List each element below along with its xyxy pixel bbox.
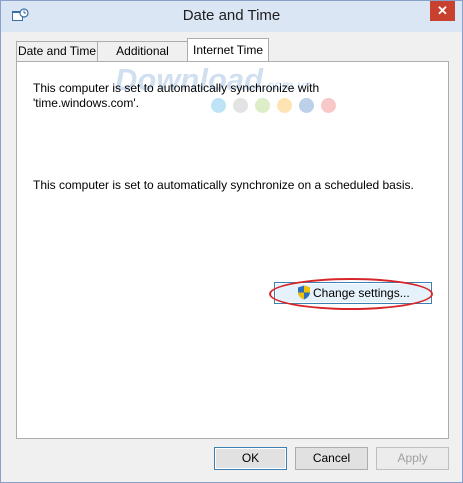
cancel-button[interactable]: Cancel <box>295 447 368 470</box>
watermark-dot <box>211 98 226 113</box>
watermark-dot <box>321 98 336 113</box>
internet-time-panel: Download.com.vn This computer is set to … <box>16 61 449 439</box>
tab-additional-clocks[interactable]: Additional Clocks <box>97 41 188 76</box>
tab-internet-time[interactable]: Internet Time <box>187 38 269 61</box>
close-button[interactable]: ✕ <box>430 1 455 21</box>
sync-server-text-line2: 'time.windows.com'. <box>33 96 139 110</box>
watermark-dot <box>299 98 314 113</box>
watermark-dot <box>233 98 248 113</box>
highlight-ellipse <box>269 278 433 310</box>
watermark-dot <box>277 98 292 113</box>
date-time-dialog: Date and Time ✕ Date and Time Additional… <box>0 0 463 483</box>
schedule-text: This computer is set to automatically sy… <box>33 178 414 192</box>
sync-server-text-line1: This computer is set to automatically sy… <box>33 81 320 95</box>
ok-button[interactable]: OK <box>214 447 287 470</box>
title-bar[interactable]: Date and Time ✕ <box>1 1 462 32</box>
apply-button[interactable]: Apply <box>376 447 449 470</box>
window-title: Date and Time <box>182 7 281 24</box>
watermark-dot <box>255 98 270 113</box>
tab-date-and-time[interactable]: Date and Time <box>16 41 98 61</box>
